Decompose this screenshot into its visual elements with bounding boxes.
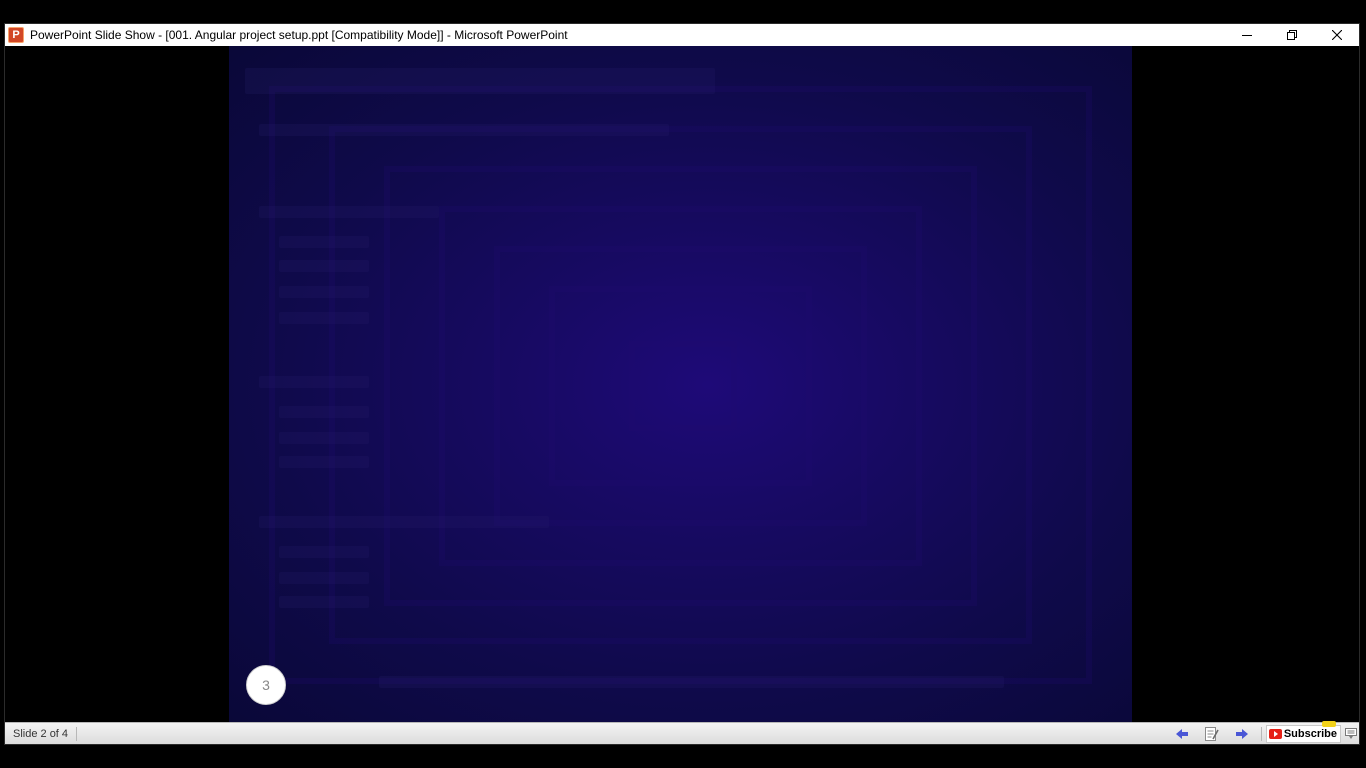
slideshow-window: P PowerPoint Slide Show - [001. Angular … (4, 23, 1360, 745)
notes-icon (1204, 726, 1219, 741)
faded-text-line (279, 260, 369, 272)
faded-text-line (379, 676, 1004, 688)
faded-text-line (245, 68, 715, 94)
subscribe-label: Subscribe (1283, 727, 1337, 740)
faded-text-line (279, 546, 369, 558)
window-title: PowerPoint Slide Show - [001. Angular pr… (30, 28, 568, 42)
faded-text-line (279, 572, 369, 584)
slide-viewport: 3 (5, 46, 1359, 724)
background-ring (629, 341, 737, 431)
faded-text-line (259, 124, 669, 136)
restore-icon (1286, 30, 1297, 40)
title-bar[interactable]: P PowerPoint Slide Show - [001. Angular … (5, 24, 1359, 46)
previous-slide-button[interactable] (1167, 724, 1197, 744)
window-controls (1224, 24, 1359, 46)
status-divider (1260, 726, 1262, 741)
menu-icon (1345, 727, 1357, 739)
arrow-right-icon (1235, 728, 1248, 739)
notes-button[interactable] (1197, 724, 1227, 744)
notification-badge (1322, 720, 1336, 727)
arrow-left-icon (1175, 728, 1188, 739)
faded-text-line (279, 456, 369, 468)
close-icon (1331, 30, 1342, 40)
minimize-icon (1241, 35, 1252, 36)
faded-text-line (259, 516, 549, 528)
powerpoint-icon[interactable]: P (8, 27, 24, 43)
slide-canvas[interactable]: 3 (229, 46, 1132, 724)
status-controls: Subscribe (1167, 720, 1359, 744)
slide-indicator: Slide 2 of 4 (5, 726, 78, 741)
faded-text-line (279, 406, 369, 418)
screen: P PowerPoint Slide Show - [001. Angular … (0, 0, 1366, 768)
faded-text-line (279, 596, 369, 608)
faded-text-line (259, 206, 439, 218)
faded-text-line (279, 312, 369, 324)
faded-text-line (279, 432, 369, 444)
restore-button[interactable] (1269, 24, 1314, 46)
status-bar: Slide 2 of 4 Subscribe (5, 720, 1359, 744)
slideshow-menu-button[interactable] (1343, 724, 1359, 744)
close-button[interactable] (1314, 24, 1359, 46)
faded-text-line (279, 286, 369, 298)
youtube-icon (1268, 728, 1282, 739)
faded-text-line (259, 376, 369, 388)
minimize-button[interactable] (1224, 24, 1269, 46)
subscribe-button[interactable]: Subscribe (1265, 720, 1341, 743)
faded-text-line (279, 236, 369, 248)
slide-number-badge: 3 (246, 665, 286, 705)
next-slide-button[interactable] (1227, 724, 1257, 744)
